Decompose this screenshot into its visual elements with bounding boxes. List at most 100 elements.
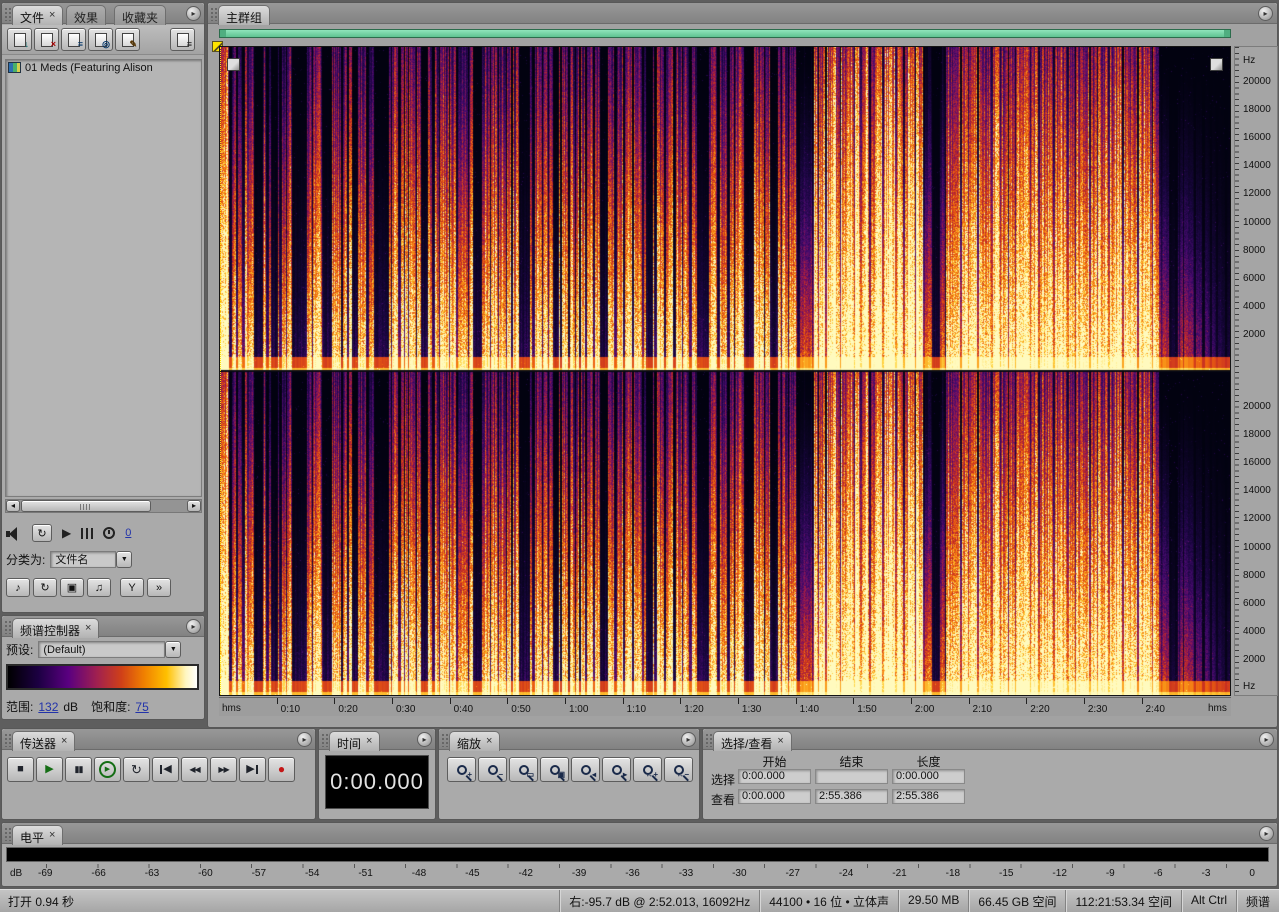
panel-grip-handle[interactable] xyxy=(4,827,12,841)
tab-effects[interactable]: 效果 xyxy=(66,5,107,25)
transport-panel-menu-button[interactable]: ▸ xyxy=(297,732,312,747)
record-button[interactable]: ● xyxy=(268,757,295,782)
close-icon[interactable]: × xyxy=(486,735,492,751)
view-end-field[interactable]: 2:55.386 xyxy=(815,789,888,804)
zoom-in-right-edge-button[interactable]: ▸ xyxy=(602,757,631,782)
playhead-cursor[interactable] xyxy=(220,47,221,695)
time-ruler[interactable]: 0:10 0:20 0:30 0:40 0:50 1:00 1:10 1:20 1:30 1:40… xyxy=(219,697,1231,716)
close-icon[interactable]: × xyxy=(49,829,55,845)
scroll-left-button[interactable]: ◂ xyxy=(6,500,20,512)
status-segment[interactable]: Alt Ctrl xyxy=(1180,890,1236,912)
horizontal-zoom-in-button[interactable]: ↔+ xyxy=(633,757,662,782)
zoom-out-full-button[interactable]: ▭ xyxy=(509,757,538,782)
insert-into-multitrack-button[interactable]: ≡ xyxy=(61,28,86,51)
zoom-in-button[interactable]: + xyxy=(447,757,476,782)
main-panel-menu-button[interactable]: ▸ xyxy=(1258,6,1273,21)
loop-play-button[interactable]: ↻ xyxy=(123,757,150,782)
preset-combobox[interactable]: (Default) ▼ xyxy=(38,641,182,658)
file-list[interactable]: 01 Meds (Featuring Alison xyxy=(5,59,202,497)
panel-grip-handle[interactable] xyxy=(4,620,12,634)
horizontal-range-bar[interactable] xyxy=(219,29,1231,38)
time-display[interactable]: 0:00.000 xyxy=(325,755,429,809)
play-from-cursor-button[interactable]: ▶ xyxy=(94,757,121,782)
selection-end-field[interactable] xyxy=(815,769,888,784)
file-list-horizontal-scrollbar[interactable]: ◂ ▸ xyxy=(5,499,202,513)
selection-length-field[interactable]: 0:00.000 xyxy=(892,769,965,784)
zoom-in-left-edge-button[interactable]: ◂ xyxy=(571,757,600,782)
preview-time-value[interactable]: 0 xyxy=(125,527,131,539)
panel-grip-handle[interactable] xyxy=(321,733,329,747)
zoom-out-button[interactable]: − xyxy=(478,757,507,782)
close-icon[interactable]: × xyxy=(777,735,783,751)
show-audio-files-toggle[interactable]: ♪ xyxy=(6,578,30,597)
tab-files[interactable]: 文件 × xyxy=(12,5,64,25)
saturation-value[interactable]: 75 xyxy=(135,700,148,714)
rewind-button[interactable]: ◀◀ xyxy=(181,757,208,782)
show-video-files-toggle[interactable]: ▣ xyxy=(60,578,84,597)
tab-selection-view[interactable]: 选择/查看 × xyxy=(713,731,792,751)
close-icon[interactable]: × xyxy=(85,622,91,638)
selection-panel-menu-button[interactable]: ▸ xyxy=(1259,732,1274,747)
panel-grip-handle[interactable] xyxy=(4,733,12,747)
insert-into-cd-button[interactable]: ◎ xyxy=(88,28,113,51)
status-segment[interactable]: 66.45 GB 空间 xyxy=(968,890,1065,912)
selection-start-field[interactable]: 0:00.000 xyxy=(738,769,811,784)
close-file-button[interactable]: × xyxy=(34,28,59,51)
range-value[interactable]: 132 xyxy=(38,700,58,714)
status-segment[interactable]: 112:21:53.34 空间 xyxy=(1065,890,1181,912)
panel-grip-handle[interactable] xyxy=(705,733,713,747)
tab-spectral-controls[interactable]: 频谱控制器 × xyxy=(12,618,100,638)
scrollbar-thumb[interactable] xyxy=(21,500,151,512)
view-length-field[interactable]: 2:55.386 xyxy=(892,789,965,804)
advanced-options-toggle[interactable]: » xyxy=(147,578,171,597)
chevron-down-icon[interactable]: ▼ xyxy=(165,641,182,658)
zoom-to-selection-button[interactable]: ▣ xyxy=(540,757,569,782)
time-panel-menu-button[interactable]: ▸ xyxy=(417,732,432,747)
right-trim-handle[interactable] xyxy=(1210,58,1223,71)
frequency-ruler[interactable]: Hz 20000 18000 16000 14000 12000 10000 8000 600… xyxy=(1234,46,1278,696)
close-icon[interactable]: × xyxy=(61,735,67,751)
show-midi-files-toggle[interactable]: ♫ xyxy=(87,578,111,597)
file-item[interactable]: 01 Meds (Featuring Alison xyxy=(6,60,201,75)
go-to-end-button[interactable]: ▶ xyxy=(239,757,266,782)
preview-speaker-icon[interactable] xyxy=(6,526,22,541)
play-button[interactable]: ▶ xyxy=(36,757,63,782)
chevron-down-icon[interactable]: ▼ xyxy=(116,551,133,568)
sort-combobox[interactable]: 文件名 ▼ xyxy=(50,551,133,568)
status-segment[interactable]: 44100 • 16 位 • 立体声 xyxy=(759,890,898,912)
tab-levels[interactable]: 电平 × xyxy=(12,825,64,845)
horizontal-zoom-out-button[interactable]: ↔− xyxy=(664,757,693,782)
close-icon[interactable]: × xyxy=(49,9,55,25)
preview-play-button[interactable]: ▶ xyxy=(62,526,71,540)
panel-grip-handle[interactable] xyxy=(4,7,12,21)
level-meter-bar[interactable] xyxy=(6,847,1269,862)
panel-grip-handle[interactable] xyxy=(210,7,218,21)
levels-panel-menu-button[interactable]: ▸ xyxy=(1259,826,1274,841)
filter-button[interactable]: Y xyxy=(120,578,144,597)
stop-button[interactable]: ■ xyxy=(7,757,34,782)
files-panel-menu-button[interactable]: ▸ xyxy=(186,6,201,21)
spectrogram-display[interactable] xyxy=(220,47,1230,695)
edit-file-button[interactable]: ✎ xyxy=(115,28,140,51)
autoplay-loop-button[interactable]: ↻ xyxy=(32,524,52,542)
show-loop-files-toggle[interactable]: ↻ xyxy=(33,578,57,597)
import-file-button[interactable]: ↓ xyxy=(7,28,32,51)
zoom-panel-menu-button[interactable]: ▸ xyxy=(681,732,696,747)
tab-favorites[interactable]: 收藏夹 xyxy=(114,5,167,25)
tab-main-group[interactable]: 主群组 xyxy=(218,5,271,25)
status-segment[interactable]: 频谱 xyxy=(1235,890,1279,912)
status-segment[interactable]: 29.50 MB xyxy=(898,890,968,912)
pause-button[interactable]: ▮▮ xyxy=(65,757,92,782)
tab-transport[interactable]: 传送器 × xyxy=(12,731,76,751)
close-icon[interactable]: × xyxy=(366,735,372,751)
view-start-field[interactable]: 0:00.000 xyxy=(738,789,811,804)
fast-forward-button[interactable]: ▶▶ xyxy=(210,757,237,782)
spectral-color-gradient[interactable] xyxy=(6,664,199,690)
file-options-button[interactable]: ≡ xyxy=(170,28,195,51)
spectral-panel-menu-button[interactable]: ▸ xyxy=(186,619,201,634)
tab-time[interactable]: 时间 × xyxy=(329,731,381,751)
status-segment[interactable]: 右:-95.7 dB @ 2:52.013, 16092Hz xyxy=(559,890,759,912)
go-to-start-button[interactable]: ◀ xyxy=(152,757,179,782)
tab-zoom[interactable]: 缩放 × xyxy=(449,731,501,751)
scroll-right-button[interactable]: ▸ xyxy=(187,500,201,512)
